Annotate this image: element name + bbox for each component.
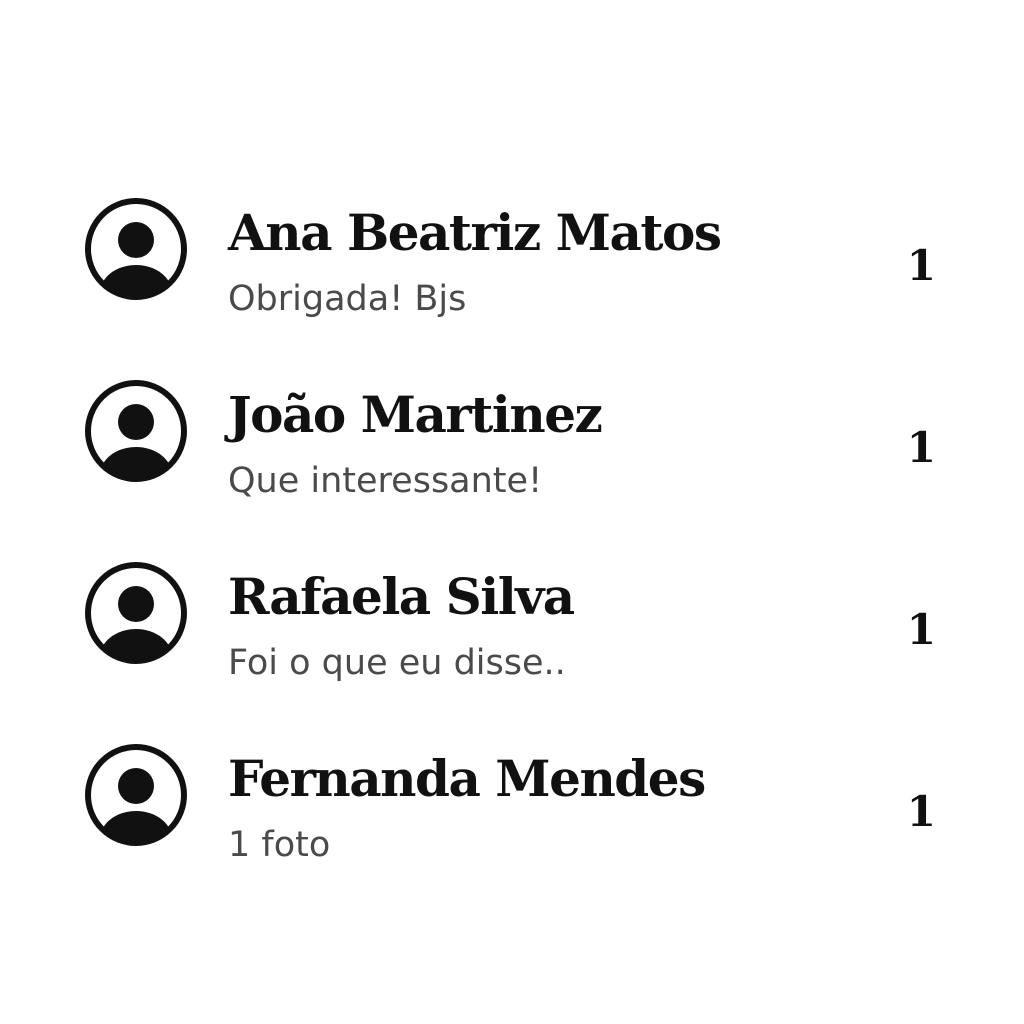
- chat-list: Ana Beatriz Matos Obrigada! Bjs 1 João M…: [0, 195, 1024, 923]
- message-preview: Obrigada! Bjs: [228, 279, 467, 319]
- chat-list-item[interactable]: Ana Beatriz Matos Obrigada! Bjs 1: [0, 195, 1024, 377]
- unread-count: 1: [906, 423, 936, 472]
- chat-list-item[interactable]: Rafaela Silva Foi o que eu disse.. 1: [0, 559, 1024, 741]
- contact-name: Rafaela Silva: [228, 567, 575, 626]
- user-avatar-icon: [84, 561, 188, 665]
- unread-count: 1: [906, 605, 936, 654]
- contact-name: João Martinez: [228, 385, 603, 444]
- message-preview: 1 foto: [228, 825, 331, 865]
- contact-name: Fernanda Mendes: [228, 749, 706, 808]
- contact-name: Ana Beatriz Matos: [228, 203, 722, 262]
- message-preview: Que interessante!: [228, 461, 543, 501]
- chat-list-item[interactable]: João Martinez Que interessante! 1: [0, 377, 1024, 559]
- unread-count: 1: [906, 787, 936, 836]
- user-avatar-icon: [84, 197, 188, 301]
- user-avatar-icon: [84, 379, 188, 483]
- chat-list-item[interactable]: Fernanda Mendes 1 foto 1: [0, 741, 1024, 923]
- user-avatar-icon: [84, 743, 188, 847]
- message-preview: Foi o que eu disse..: [228, 643, 566, 683]
- unread-count: 1: [906, 241, 936, 290]
